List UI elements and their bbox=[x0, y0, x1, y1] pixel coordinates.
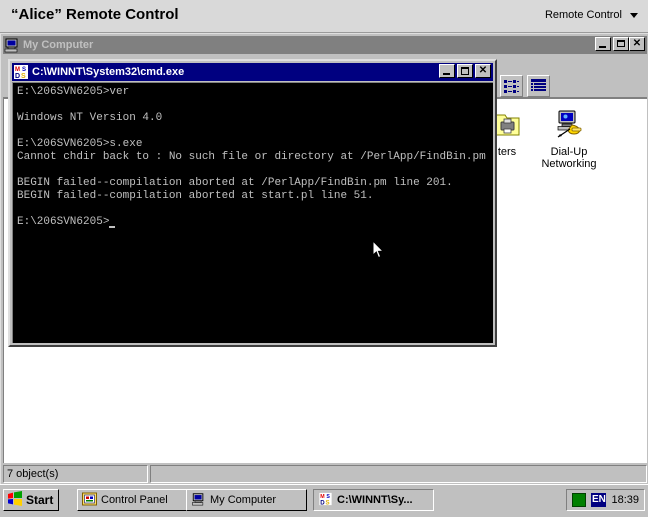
details-view-button[interactable] bbox=[527, 75, 550, 97]
taskbar-item-cmd-exe[interactable]: M S D S C:\WINNT\Sy... bbox=[313, 489, 434, 511]
my-computer-restore-button[interactable] bbox=[613, 37, 629, 51]
status-secondary-pane bbox=[150, 465, 647, 483]
svg-text:D: D bbox=[320, 499, 325, 506]
cmd-exe-close-button[interactable]: ✕ bbox=[475, 64, 491, 78]
details-view-icon bbox=[531, 79, 546, 91]
remote-control-menu[interactable]: Remote Control bbox=[545, 9, 638, 21]
cmd-exe-maximize-button[interactable] bbox=[457, 64, 473, 78]
svg-text:S: S bbox=[326, 499, 330, 506]
my-computer-titlebar[interactable]: My Computer ✕ bbox=[3, 36, 647, 54]
green-grid-icon[interactable] bbox=[572, 493, 587, 507]
cmd-exe-icon: M S D S bbox=[13, 64, 29, 80]
console-line: E:\206SVN6205>s.exe bbox=[17, 138, 143, 150]
cmd-exe-icon: M S D S bbox=[318, 492, 333, 509]
my-computer-close-button[interactable]: ✕ bbox=[629, 37, 645, 51]
chevron-down-icon bbox=[630, 12, 638, 18]
start-button[interactable]: Start bbox=[3, 489, 60, 511]
my-computer-window-buttons: ✕ bbox=[595, 37, 645, 51]
svg-text:S: S bbox=[21, 73, 26, 80]
my-computer-icon bbox=[191, 492, 206, 509]
cmd-exe-window[interactable]: M S D S C:\WINNT\System32\cmd.exe ✕ E:\2… bbox=[8, 59, 497, 347]
start-button-label: Start bbox=[26, 493, 54, 507]
cmd-exe-titlebar[interactable]: M S D S C:\WINNT\System32\cmd.exe ✕ bbox=[12, 63, 493, 81]
console-line: E:\206SVN6205> bbox=[17, 216, 493, 229]
page-title: “Alice” Remote Control bbox=[11, 6, 179, 23]
taskbar[interactable]: Start Control Panel My Computer M S D S … bbox=[0, 484, 648, 517]
console-line: BEGIN failed--compilation aborted at sta… bbox=[17, 190, 374, 202]
language-indicator[interactable]: EN bbox=[591, 493, 607, 507]
my-computer-title-text: My Computer bbox=[23, 39, 94, 51]
console-line: BEGIN failed--compilation aborted at /Pe… bbox=[17, 177, 453, 189]
remote-control-banner: “Alice” Remote Control Remote Control bbox=[0, 0, 648, 33]
control-panel-icon bbox=[82, 492, 97, 509]
status-object-count: 7 object(s) bbox=[3, 465, 148, 483]
tray-clock[interactable]: 18:39 bbox=[611, 494, 639, 506]
taskbar-item-label: C:\WINNT\Sy... bbox=[337, 494, 413, 506]
my-computer-minimize-button[interactable] bbox=[595, 37, 611, 51]
console-line: E:\206SVN6205>ver bbox=[17, 86, 130, 98]
my-computer-icon bbox=[4, 37, 20, 53]
console-line: Windows NT Version 4.0 bbox=[17, 112, 163, 124]
console-line: Cannot chdir back to : No such file or d… bbox=[17, 151, 493, 163]
list-item[interactable]: Dial-Up Networking bbox=[526, 109, 612, 170]
svg-text:D: D bbox=[15, 73, 20, 80]
taskbar-item-label: Control Panel bbox=[101, 494, 168, 506]
taskbar-item-my-computer[interactable]: My Computer bbox=[186, 489, 307, 511]
list-view-icon bbox=[504, 80, 519, 93]
cmd-exe-minimize-button[interactable] bbox=[439, 64, 455, 78]
my-computer-window[interactable]: My Computer ✕ ters Dial-Up Networking 7 … bbox=[0, 33, 648, 484]
console-cursor bbox=[109, 226, 116, 228]
windows-flag-icon bbox=[7, 491, 23, 509]
cmd-exe-console-output[interactable]: E:\206SVN6205>ver Windows NT Version 4.0 E… bbox=[12, 82, 493, 343]
cmd-exe-title-text: C:\WINNT\System32\cmd.exe bbox=[32, 66, 185, 78]
list-item-label: Dial-Up Networking bbox=[541, 146, 597, 170]
list-view-button[interactable] bbox=[500, 75, 523, 97]
dialup-networking-icon bbox=[552, 110, 586, 144]
taskbar-item-label: My Computer bbox=[210, 494, 277, 506]
system-tray: EN 18:39 bbox=[566, 489, 645, 511]
cmd-exe-window-buttons: ✕ bbox=[439, 64, 491, 78]
console-text-buffer: E:\206SVN6205>ver Windows NT Version 4.0 E… bbox=[17, 86, 493, 229]
my-computer-statusbar: 7 object(s) bbox=[3, 465, 647, 483]
remote-control-screen: “Alice” Remote Control Remote Control My… bbox=[0, 0, 648, 517]
remote-control-menu-label: Remote Control bbox=[544, 9, 622, 21]
remote-desktop-viewport[interactable]: My Computer ✕ ters Dial-Up Networking 7 … bbox=[0, 33, 648, 517]
